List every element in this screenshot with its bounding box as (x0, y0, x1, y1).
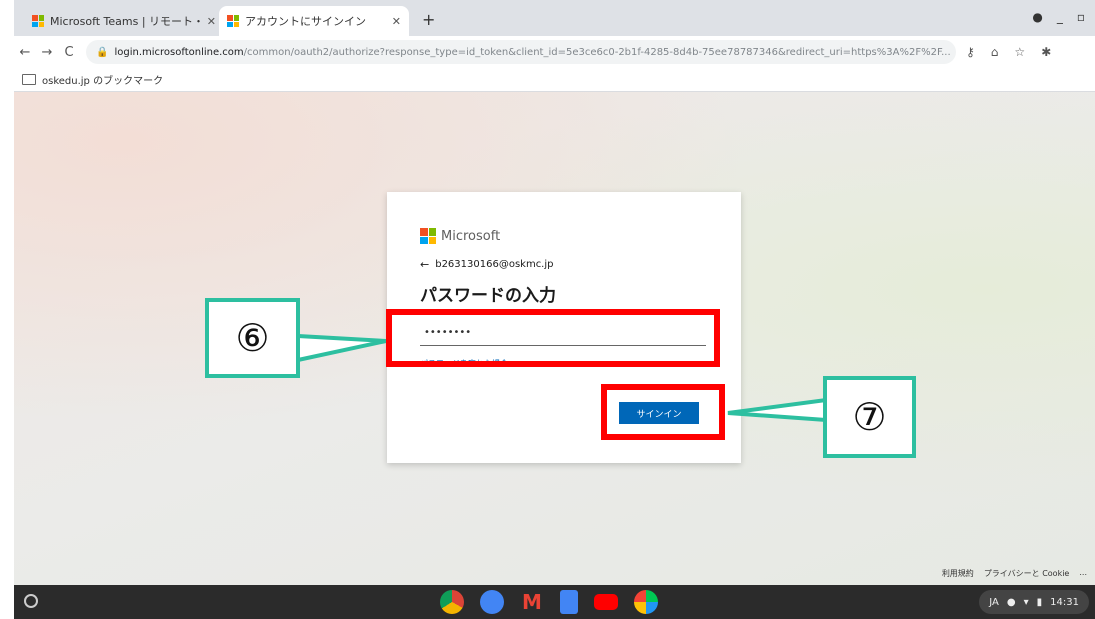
step7-callout: ⑦ (823, 376, 916, 458)
step6-callout: ⑥ (205, 298, 300, 378)
highlight-signin-button (601, 384, 725, 440)
pointer-step6 (296, 333, 387, 363)
pointer-step7 (727, 397, 828, 423)
highlight-password-field (386, 309, 720, 367)
